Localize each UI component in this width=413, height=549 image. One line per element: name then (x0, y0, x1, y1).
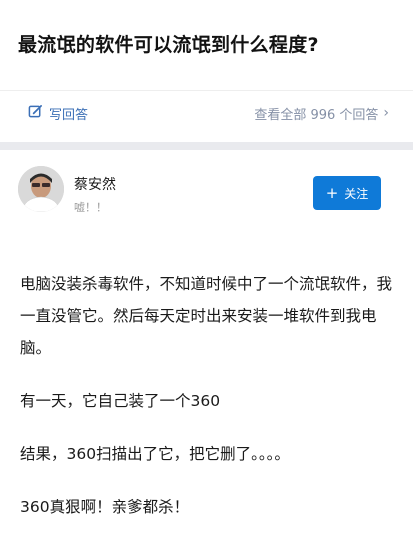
answer-card: 蔡安然 嘘！！ + 关注 电脑没装杀毒软件，不知道时候中了一个流氓软件，我一直没… (0, 150, 413, 549)
answer-paragraph: 有一天，它自己装了一个360 (20, 392, 221, 410)
view-all-answers-link[interactable]: 查看全部 996 个回答 › (254, 103, 389, 123)
view-all-label: 查看全部 996 个回答 (254, 107, 379, 123)
write-answer-button[interactable]: 写回答 (28, 103, 88, 123)
edit-icon (28, 104, 43, 123)
follow-button[interactable]: + 关注 (313, 176, 381, 210)
question-title[interactable]: 最流氓的软件可以流氓到什么程度? (18, 30, 408, 57)
author-bio: 嘘！！ (74, 201, 107, 214)
answer-paragraph: 电脑没装杀毒软件，不知道时候中了一个流氓软件，我一直没管它。然后每天定时出来安装… (20, 275, 393, 357)
author-row: 蔡安然 嘘！！ + 关注 (0, 150, 413, 220)
chevron-right-icon: › (383, 105, 389, 121)
answer-body: 电脑没装杀毒软件，不知道时候中了一个流氓软件，我一直没管它。然后每天定时出来安装… (20, 268, 398, 544)
avatar[interactable] (18, 166, 64, 212)
plus-icon: + (325, 183, 339, 202)
answer-paragraph: 结果，360扫描出了它，把它删了。。。。 (20, 445, 290, 463)
answer-paragraph: 360真狠啊！亲爹都杀！ (20, 498, 190, 516)
question-toolbar: 写回答 查看全部 996 个回答 › (0, 90, 413, 137)
write-answer-label: 写回答 (49, 107, 89, 123)
author-name[interactable]: 蔡安然 (74, 174, 116, 194)
follow-label: 关注 (344, 186, 369, 201)
question-card: 最流氓的软件可以流氓到什么程度? 写回答 查看全部 996 个回答 › (0, 0, 413, 142)
